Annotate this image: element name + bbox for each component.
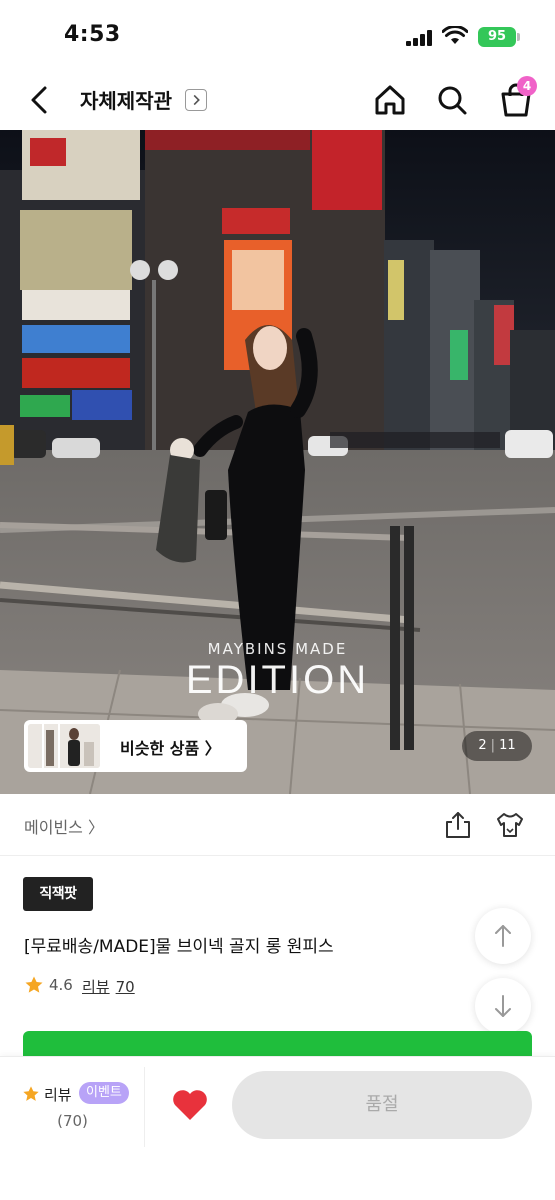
similar-products-label: 비슷한 상품 〉 xyxy=(120,739,221,758)
share-icon[interactable] xyxy=(444,810,472,840)
review-label: 리뷰 xyxy=(44,1086,72,1104)
pager-current: 2 xyxy=(478,738,487,753)
product-hero-image[interactable]: MAYBINS MADE EDITION 비슷한 상품 〉 2 | 11 xyxy=(0,130,555,794)
rating-value: 4.6 xyxy=(49,976,73,994)
jackpot-badge: 직잭팟 xyxy=(23,877,93,911)
cellular-signal-icon xyxy=(406,30,434,46)
chevron-right-icon[interactable] xyxy=(185,89,207,111)
review-summary-button[interactable]: 리뷰 이벤트 (70) xyxy=(0,1067,145,1147)
home-icon[interactable] xyxy=(372,80,408,120)
arrow-down-icon xyxy=(495,995,511,1017)
review-link-label: 리뷰 xyxy=(82,978,110,996)
brand-watermark-main: EDITION xyxy=(185,658,370,702)
battery-cap xyxy=(517,33,520,41)
scroll-to-top-button[interactable] xyxy=(475,908,531,964)
back-arrow-icon[interactable] xyxy=(22,80,58,120)
star-icon xyxy=(25,976,43,993)
review-link[interactable]: 리뷰 70 xyxy=(82,976,135,997)
image-pager: 2 | 11 xyxy=(462,731,532,761)
arrow-up-icon xyxy=(495,925,511,947)
star-icon xyxy=(23,1086,39,1101)
bottom-action-bar: 리뷰 이벤트 (70) 품절 xyxy=(0,1056,555,1200)
review-link-count: 70 xyxy=(115,978,135,996)
brand-link[interactable]: 메이빈스 〉 xyxy=(24,814,104,838)
product-title: [무료배송/MADE]물 브이넥 골지 롱 원피스 xyxy=(24,937,334,957)
sold-out-button[interactable]: 품절 xyxy=(232,1071,532,1139)
wifi-icon xyxy=(442,26,468,44)
scroll-to-bottom-button[interactable] xyxy=(475,978,531,1034)
cart-count-badge: 4 xyxy=(517,76,537,96)
page-title[interactable]: 자체제작관 xyxy=(80,85,172,114)
similar-products-button[interactable]: 비슷한 상품 〉 xyxy=(24,720,247,772)
brand-watermark-sub: MAYBINS MADE xyxy=(207,640,348,658)
pager-total: 11 xyxy=(499,738,516,753)
heart-icon[interactable] xyxy=(170,1087,210,1123)
brand-row: 메이빈스 〉 xyxy=(0,794,555,856)
top-nav: 자체제작관 xyxy=(0,72,555,130)
status-time: 4:53 xyxy=(64,22,121,47)
closet-tshirt-icon[interactable] xyxy=(494,810,526,840)
status-bar: 4:53 95 xyxy=(0,0,555,72)
similar-product-thumbnail xyxy=(28,724,100,768)
search-icon[interactable] xyxy=(434,80,470,120)
battery-indicator: 95 xyxy=(478,27,516,47)
review-count: (70) xyxy=(57,1112,88,1130)
event-badge: 이벤트 xyxy=(79,1082,129,1104)
